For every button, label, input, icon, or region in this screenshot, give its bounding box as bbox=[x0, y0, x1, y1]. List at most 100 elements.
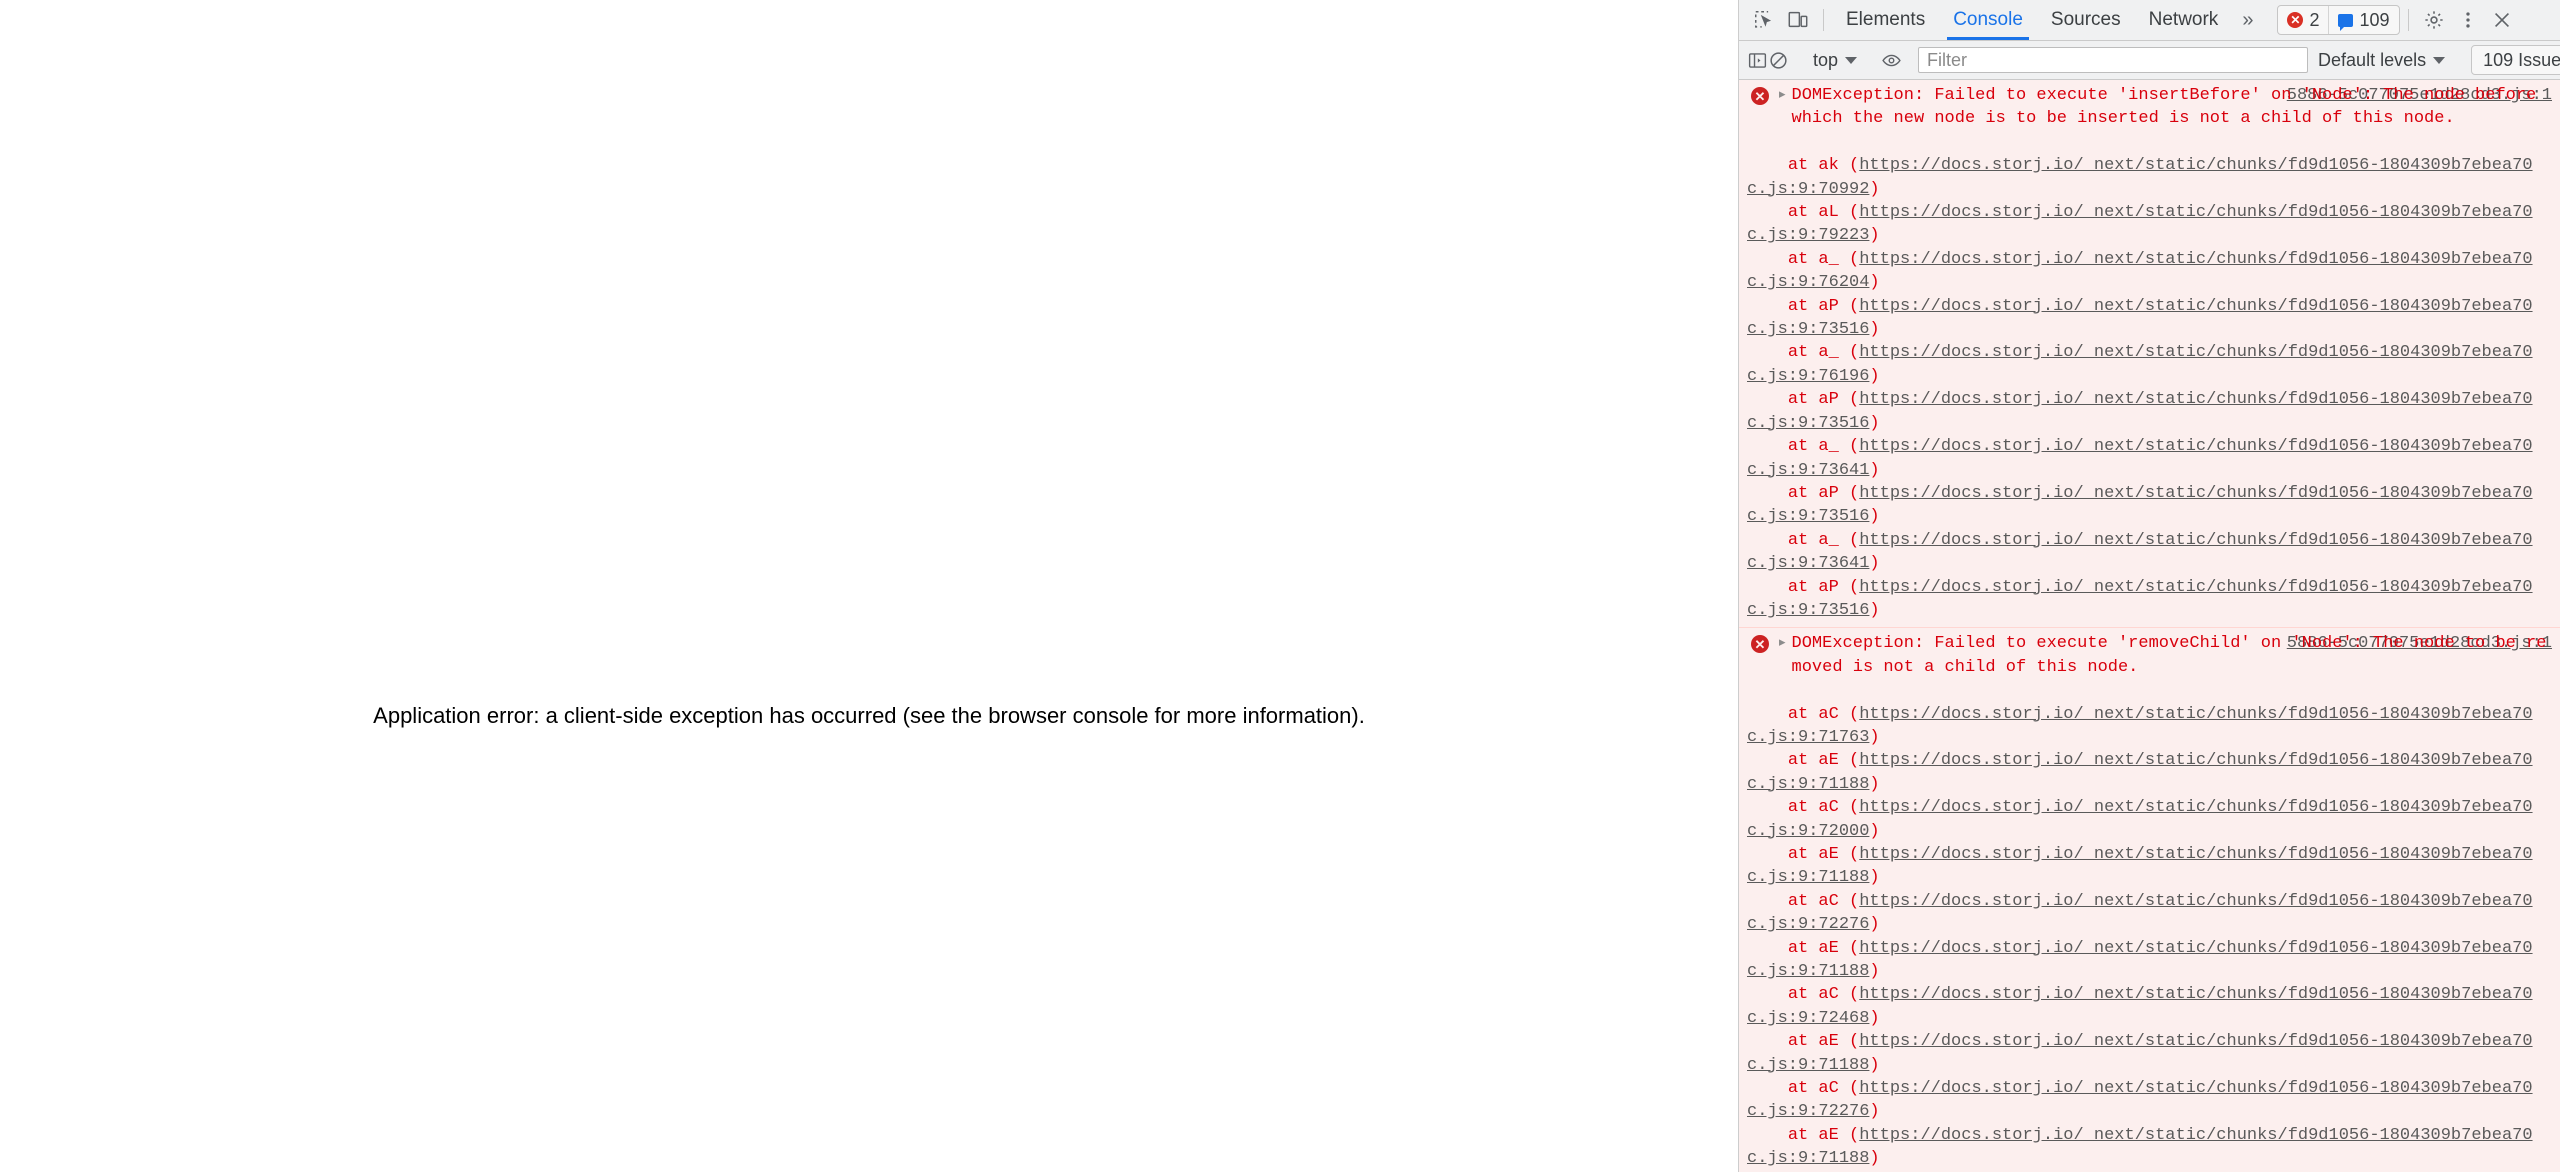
stack-frame-url[interactable]: https://docs.storj.io/_next/static/chunk… bbox=[1747, 985, 2533, 1027]
stack-frame-url[interactable]: https://docs.storj.io/_next/static/chunk… bbox=[1747, 939, 2533, 981]
stack-frame-close: ) bbox=[1869, 727, 1880, 747]
stack-frame-function: at a_ ( bbox=[1787, 437, 1860, 457]
stack-frame-function: at aC ( bbox=[1787, 798, 1860, 818]
stack-frame-url[interactable]: https://docs.storj.io/_next/static/chunk… bbox=[1747, 892, 2533, 934]
stack-frame-close: ) bbox=[1869, 226, 1880, 246]
stack-frame-function: at aE ( bbox=[1787, 1032, 1860, 1052]
stack-frame-function: at aC ( bbox=[1787, 1079, 1860, 1099]
stack-frame-close: ) bbox=[1869, 774, 1880, 794]
stack-frame-url[interactable]: https://docs.storj.io/_next/static/chunk… bbox=[1747, 343, 2533, 385]
stack-frame-function: at aP ( bbox=[1787, 296, 1860, 316]
expand-arrow-icon[interactable]: ▸ bbox=[1779, 636, 1786, 649]
stack-frame-url[interactable]: https://docs.storj.io/_next/static/chunk… bbox=[1747, 531, 2533, 573]
stack-frame-close: ) bbox=[1869, 273, 1880, 293]
stack-frame-close: ) bbox=[1869, 554, 1880, 574]
issues-label: 109 Issues: bbox=[2483, 49, 2560, 70]
stack-frame-url[interactable]: https://docs.storj.io/_next/static/chunk… bbox=[1747, 1126, 2533, 1168]
tab-console[interactable]: Console bbox=[1939, 0, 2037, 40]
chevron-down-icon-levels bbox=[2433, 56, 2446, 64]
error-counter[interactable]: ✕ 2 bbox=[2278, 6, 2328, 34]
kebab-menu-icon[interactable] bbox=[2451, 5, 2485, 35]
stack-frame-function: at aE ( bbox=[1787, 751, 1860, 771]
tab-console-label: Console bbox=[1953, 9, 2023, 30]
stack-frame-close: ) bbox=[1869, 460, 1880, 480]
console-error-message[interactable]: 5886-5c077075e1d28cd3.js:1 ✕ ▸ DOMExcept… bbox=[1739, 80, 2560, 629]
filter-input[interactable] bbox=[1918, 47, 2309, 73]
chevron-down-icon bbox=[1845, 56, 1858, 64]
stack-frame-url[interactable]: https://docs.storj.io/_next/static/chunk… bbox=[1747, 484, 2533, 526]
stack-frame-close: ) bbox=[1869, 915, 1880, 935]
stack-frame-function: at a_ ( bbox=[1787, 530, 1860, 550]
stack-frame-function: at aC ( bbox=[1787, 891, 1860, 911]
stack-frame-function: at a_ ( bbox=[1787, 249, 1860, 269]
console-filter-toolbar: top Default levels 109 Issues: bbox=[1739, 41, 2560, 80]
devtools-panel: Elements Console Sources Network » ✕ 2 1… bbox=[1738, 0, 2560, 1172]
stack-frame-url[interactable]: https://docs.storj.io/_next/static/chunk… bbox=[1747, 845, 2533, 887]
error-icon: ✕ bbox=[1751, 635, 1769, 654]
stack-frame-function: at aC ( bbox=[1787, 704, 1860, 724]
stack-frame-function: at aC ( bbox=[1787, 985, 1860, 1005]
devtools-tabbar: Elements Console Sources Network » ✕ 2 1… bbox=[1739, 0, 2560, 41]
console-message-list[interactable]: 5886-5c077075e1d28cd3.js:1 ✕ ▸ DOMExcept… bbox=[1739, 80, 2560, 1172]
page-title: Application error: a client-side excepti… bbox=[373, 703, 1365, 728]
stack-frame-function: at aP ( bbox=[1787, 577, 1860, 597]
web-page-viewport: Application error: a client-side excepti… bbox=[0, 0, 1738, 1172]
issue-counters: ✕ 2 109 bbox=[2277, 5, 2400, 35]
error-count: 2 bbox=[2309, 9, 2320, 30]
tab-elements-label: Elements bbox=[1846, 9, 1926, 30]
stack-frame-close: ) bbox=[1869, 1149, 1880, 1169]
stack-frame-url[interactable]: https://docs.storj.io/_next/static/chunk… bbox=[1747, 156, 2533, 198]
stack-frame-close: ) bbox=[1869, 1055, 1880, 1075]
toolbar-divider-2 bbox=[2407, 9, 2409, 31]
tab-network[interactable]: Network bbox=[2135, 0, 2233, 40]
issues-counter-button[interactable]: 109 Issues: 109 bbox=[2471, 45, 2560, 75]
stack-trace: at aC (https://docs.storj.io/_next/stati… bbox=[1747, 679, 2552, 1171]
stack-frame-close: ) bbox=[1869, 507, 1880, 527]
stack-frame-close: ) bbox=[1869, 366, 1880, 386]
stack-frame-url[interactable]: https://docs.storj.io/_next/static/chunk… bbox=[1747, 578, 2533, 620]
more-tabs-icon[interactable]: » bbox=[2232, 5, 2263, 35]
stack-frame-url[interactable]: https://docs.storj.io/_next/static/chunk… bbox=[1747, 798, 2533, 840]
stack-trace: at ak (https://docs.storj.io/_next/stati… bbox=[1747, 131, 2552, 623]
stack-frame-function: at ak ( bbox=[1787, 156, 1860, 176]
stack-frame-function: at aL ( bbox=[1787, 203, 1860, 223]
stack-frame-url[interactable]: https://docs.storj.io/_next/static/chunk… bbox=[1747, 297, 2533, 339]
tab-elements[interactable]: Elements bbox=[1832, 0, 1939, 40]
stack-frame-url[interactable]: https://docs.storj.io/_next/static/chunk… bbox=[1747, 437, 2533, 479]
stack-frame-url[interactable]: https://docs.storj.io/_next/static/chunk… bbox=[1747, 1032, 2533, 1074]
log-level-selector[interactable]: Default levels bbox=[2308, 47, 2455, 73]
stack-frame-close: ) bbox=[1869, 868, 1880, 888]
stack-frame-url[interactable]: https://docs.storj.io/_next/static/chunk… bbox=[1747, 751, 2533, 793]
log-level-value: Default levels bbox=[2318, 49, 2427, 70]
message-text: DOMException: Failed to execute 'removeC… bbox=[1791, 634, 2547, 677]
stack-frame-url[interactable]: https://docs.storj.io/_next/static/chunk… bbox=[1747, 203, 2533, 245]
message-icon bbox=[2338, 13, 2354, 31]
message-counter[interactable]: 109 bbox=[2328, 6, 2398, 34]
gear-icon[interactable] bbox=[2417, 5, 2451, 35]
eye-icon[interactable] bbox=[1881, 45, 1902, 75]
stack-frame-close: ) bbox=[1869, 600, 1880, 620]
execution-context-selector[interactable]: top bbox=[1805, 47, 1865, 73]
clear-console-icon[interactable] bbox=[1768, 45, 1789, 75]
tab-sources-label: Sources bbox=[2050, 9, 2121, 30]
inspect-element-icon[interactable] bbox=[1747, 5, 1781, 35]
stack-frame-function: at aE ( bbox=[1787, 938, 1860, 958]
stack-frame-function: at aP ( bbox=[1787, 483, 1860, 503]
toolbar-divider bbox=[1823, 9, 1824, 31]
expand-arrow-icon[interactable]: ▸ bbox=[1779, 88, 1786, 101]
device-toolbar-icon[interactable] bbox=[1781, 5, 1815, 35]
message-text: DOMException: Failed to execute 'insertB… bbox=[1791, 86, 2547, 129]
stack-frame-url[interactable]: https://docs.storj.io/_next/static/chunk… bbox=[1747, 705, 2533, 747]
console-sidebar-icon[interactable] bbox=[1747, 45, 1768, 75]
stack-frame-close: ) bbox=[1869, 413, 1880, 433]
stack-frame-url[interactable]: https://docs.storj.io/_next/static/chunk… bbox=[1747, 390, 2533, 432]
stack-frame-url[interactable]: https://docs.storj.io/_next/static/chunk… bbox=[1747, 1079, 2533, 1121]
close-icon[interactable] bbox=[2485, 5, 2519, 35]
stack-frame-close: ) bbox=[1869, 1008, 1880, 1028]
stack-frame-function: at aE ( bbox=[1787, 845, 1860, 864]
console-error-message[interactable]: 5886-5c077075e1d28cd3.js:1 ✕ ▸ DOMExcept… bbox=[1739, 628, 2560, 1172]
stack-frame-url[interactable]: https://docs.storj.io/_next/static/chunk… bbox=[1747, 250, 2533, 292]
tab-sources[interactable]: Sources bbox=[2037, 0, 2135, 40]
stack-frame-close: ) bbox=[1869, 1102, 1880, 1122]
message-count: 109 bbox=[2359, 9, 2390, 30]
